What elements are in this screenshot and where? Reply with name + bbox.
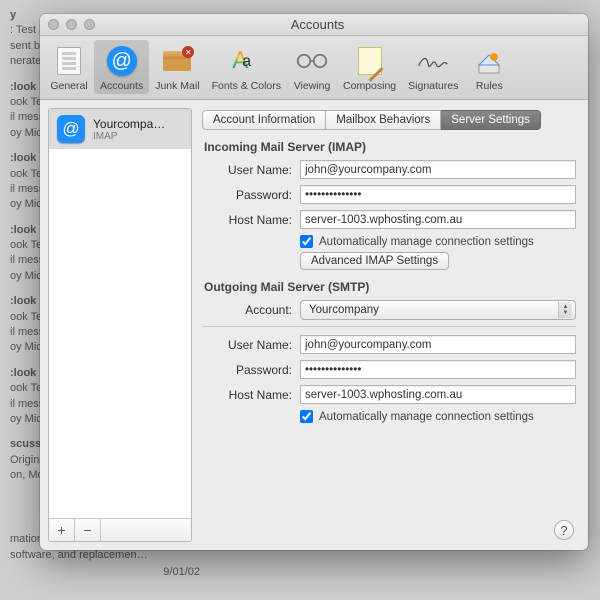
fonts-icon: Aa <box>232 47 260 75</box>
outgoing-username-field[interactable] <box>300 335 576 354</box>
preferences-toolbar: General @ Accounts Junk Mail Aa Fonts & … <box>40 36 588 100</box>
toolbar-item-general[interactable]: General <box>44 40 94 94</box>
tab-account-information[interactable]: Account Information <box>202 110 326 130</box>
viewing-icon <box>295 44 329 78</box>
rules-icon <box>472 44 506 78</box>
junk-icon <box>163 51 191 71</box>
account-tabs: Account Information Mailbox Behaviors Se… <box>202 110 576 130</box>
incoming-password-label: Password: <box>202 188 300 202</box>
toolbar-item-accounts[interactable]: @ Accounts <box>94 40 149 94</box>
remove-account-button[interactable]: − <box>75 519 101 541</box>
incoming-section-title: Incoming Mail Server (IMAP) <box>204 140 576 154</box>
toolbar-label: Viewing <box>294 80 331 92</box>
add-account-button[interactable]: + <box>49 519 75 541</box>
tab-mailbox-behaviors[interactable]: Mailbox Behaviors <box>326 110 441 130</box>
help-button[interactable]: ? <box>554 520 574 540</box>
toolbar-item-signatures[interactable]: Signatures <box>402 40 464 94</box>
incoming-host-label: Host Name: <box>202 213 300 227</box>
general-icon <box>57 47 81 75</box>
advanced-imap-button[interactable]: Advanced IMAP Settings <box>300 252 449 270</box>
chevron-updown-icon: ▲▼ <box>558 302 572 318</box>
bg-bottom-date: 9/01/02 <box>10 564 200 581</box>
toolbar-label: Junk Mail <box>155 80 199 92</box>
preferences-window: Accounts General @ Accounts Junk Mail Aa… <box>40 14 588 550</box>
account-settings-pane: Account Information Mailbox Behaviors Se… <box>192 100 588 550</box>
incoming-password-field[interactable] <box>300 185 576 204</box>
tab-server-settings[interactable]: Server Settings <box>441 110 541 130</box>
outgoing-password-field[interactable] <box>300 360 576 379</box>
toolbar-label: Accounts <box>100 80 143 92</box>
toolbar-label: Rules <box>476 80 503 92</box>
bg-bottom-line2: software, and replacemen… <box>10 549 148 561</box>
toolbar-item-fonts[interactable]: Aa Fonts & Colors <box>206 40 287 94</box>
toolbar-item-junk[interactable]: Junk Mail <box>149 40 205 94</box>
outgoing-section-title: Outgoing Mail Server (SMTP) <box>204 280 576 294</box>
toolbar-item-rules[interactable]: Rules <box>464 40 514 94</box>
accounts-sidebar: @ Yourcompa… IMAP + − <box>48 108 192 542</box>
outgoing-host-label: Host Name: <box>202 388 300 402</box>
at-icon: @ <box>57 115 85 143</box>
incoming-host-field[interactable] <box>300 210 576 229</box>
window-title: Accounts <box>55 17 580 32</box>
toolbar-item-composing[interactable]: Composing <box>337 40 402 94</box>
outgoing-account-label: Account: <box>202 303 300 317</box>
outgoing-username-label: User Name: <box>202 338 300 352</box>
outgoing-account-select[interactable]: Yourcompany ▲▼ <box>300 300 576 320</box>
incoming-auto-checkbox[interactable] <box>300 235 313 248</box>
incoming-username-label: User Name: <box>202 163 300 177</box>
sidebar-account-row[interactable]: @ Yourcompa… IMAP <box>49 109 191 149</box>
toolbar-label: Fonts & Colors <box>212 80 281 92</box>
toolbar-item-viewing[interactable]: Viewing <box>287 40 337 94</box>
toolbar-label: General <box>50 80 87 92</box>
titlebar[interactable]: Accounts <box>40 14 588 36</box>
incoming-username-field[interactable] <box>300 160 576 179</box>
outgoing-auto-checkbox[interactable] <box>300 410 313 423</box>
account-name: Yourcompa… <box>93 117 165 131</box>
separator <box>202 326 576 327</box>
at-icon: @ <box>107 46 137 76</box>
signature-icon <box>416 44 450 78</box>
outgoing-host-field[interactable] <box>300 385 576 404</box>
outgoing-auto-label: Automatically manage connection settings <box>319 411 534 423</box>
incoming-auto-label: Automatically manage connection settings <box>319 236 534 248</box>
toolbar-label: Signatures <box>408 80 458 92</box>
account-type: IMAP <box>93 131 165 142</box>
compose-icon <box>358 47 382 75</box>
outgoing-account-value: Yourcompany <box>309 304 379 316</box>
outgoing-password-label: Password: <box>202 363 300 377</box>
